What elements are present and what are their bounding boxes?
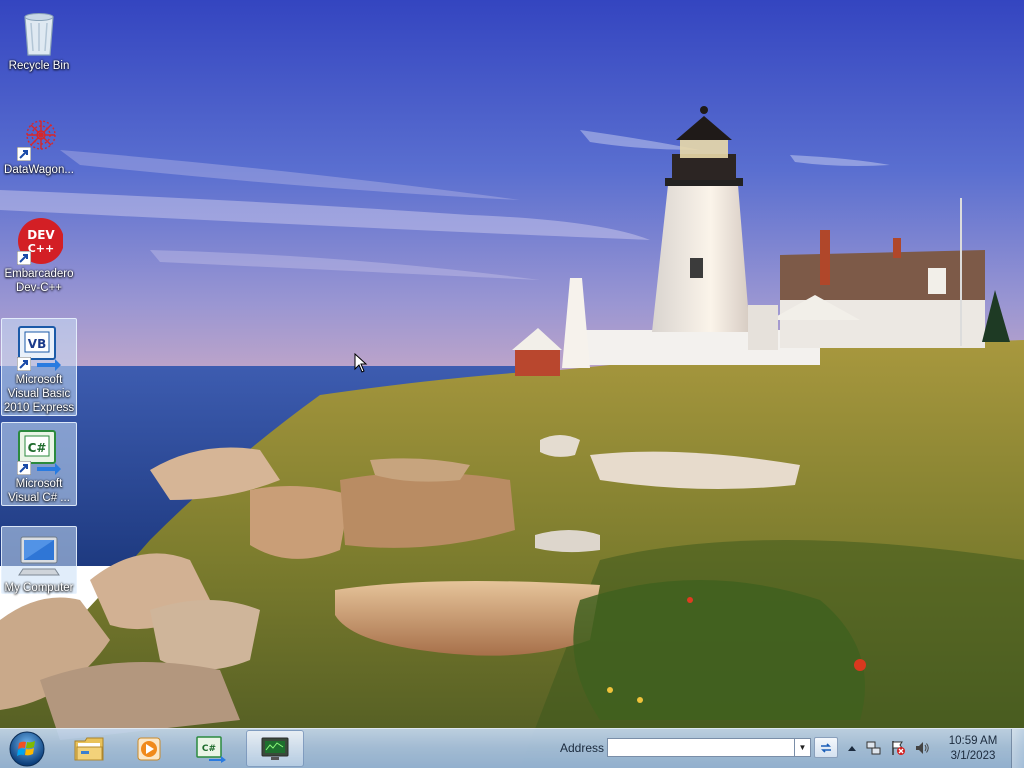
monitor-icon [261,737,289,760]
address-dropdown-button[interactable]: ▼ [795,738,811,757]
volume-icon [916,742,929,754]
desktop-icon-visual-basic[interactable]: VB Microsoft Visual Basic 2010 Express [1,318,77,416]
show-desktop-button[interactable] [1011,729,1024,768]
clock-time: 10:59 AM [948,735,998,747]
shortcut-arrow-icon [17,147,31,161]
desktop-icon-recycle-bin[interactable]: Recycle Bin [1,4,77,74]
wallpaper-lighthouse-image [0,0,1024,768]
folder-icon [74,737,104,760]
taskbar-button-media-player[interactable] [120,730,178,767]
taskbar-button-visual-csharp[interactable]: C# [182,730,240,767]
datawagon-icon [15,113,63,161]
desktop-icon-label: Microsoft Visual C# ... [8,478,70,504]
recycle-bin-icon [15,9,63,57]
network-tray-button[interactable] [866,740,882,756]
desktop-icon-visual-csharp[interactable]: C# Microsoft Visual C# ... [1,422,77,506]
address-toolbar-label: Address [560,741,605,755]
network-icon [866,741,881,755]
visual-csharp-icon: C# [196,735,226,763]
action-center-tray-button[interactable] [890,740,906,756]
go-arrows-icon [821,742,831,753]
taskbar-button-system-monitor[interactable] [246,730,304,767]
svg-text:VB: VB [28,337,46,351]
visual-csharp-icon: C# [15,427,63,475]
desktop-icon-label: Embarcadero Dev-C++ [4,268,74,294]
shortcut-arrow-icon [17,461,31,475]
mouse-cursor-icon [354,353,368,373]
visual-basic-icon: VB [15,323,63,371]
svg-text:DEV: DEV [27,228,55,242]
start-orb-icon [9,731,45,767]
desktop: Recycle Bin DataWagon... DEV C++ Embarca… [0,0,1024,768]
svg-text:C#: C# [28,441,47,455]
clock-date: 3/1/2023 [950,750,996,762]
start-button[interactable] [4,730,50,768]
taskbar-clock[interactable]: 10:59 AM 3/1/2023 [942,734,1004,764]
shortcut-arrow-icon [17,357,31,371]
desktop-icon-label: Recycle Bin [8,60,70,72]
desktop-icon-label: My Computer [4,582,74,594]
show-hidden-icons-button[interactable] [844,740,860,756]
svg-text:C#: C# [202,744,216,754]
taskbar-button-explorer[interactable] [60,730,118,767]
chevron-up-icon [848,746,856,751]
volume-tray-button[interactable] [914,740,930,756]
address-go-button[interactable] [814,737,838,758]
taskbar: C# Address ▼ 10:59 AM 3/1/2023 [0,728,1024,768]
my-computer-icon [15,531,63,579]
shortcut-arrow-icon [17,251,31,265]
desktop-icon-datawagon[interactable]: DataWagon... [1,108,77,178]
desktop-icon-label: DataWagon... [4,164,74,176]
address-input[interactable] [607,738,795,757]
action-center-icon [892,741,905,755]
chevron-down-icon: ▼ [798,743,807,752]
desktop-icon-my-computer[interactable]: My Computer [1,526,77,594]
media-player-icon [137,737,161,760]
devcpp-icon: DEV C++ [15,217,64,265]
desktop-icon-label: Microsoft Visual Basic 2010 Express [3,374,75,414]
svg-text:C++: C++ [28,242,55,255]
desktop-icon-devcpp[interactable]: DEV C++ Embarcadero Dev-C++ [1,212,77,296]
